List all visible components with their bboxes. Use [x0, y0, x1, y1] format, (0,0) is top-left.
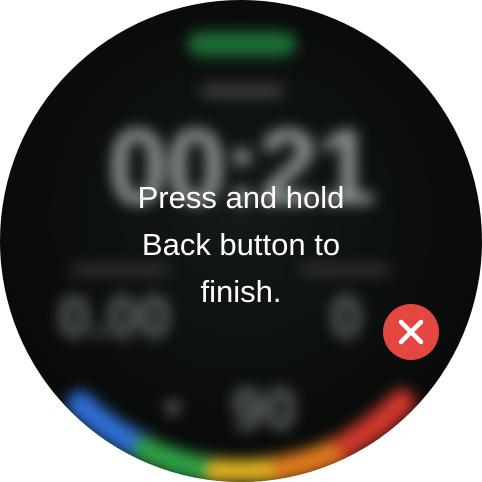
instruction-line-1: Press and hold [137, 180, 345, 215]
close-button[interactable] [383, 304, 439, 360]
close-icon [398, 319, 424, 345]
watch-screen: 00:21 0.00 0 ♥ 90 Press and hold Back bu… [0, 0, 482, 482]
finish-instruction-message: Press and hold Back button to finish. [40, 174, 442, 315]
instruction-line-3: finish. [200, 274, 282, 309]
instruction-line-2: Back button to [141, 227, 341, 262]
